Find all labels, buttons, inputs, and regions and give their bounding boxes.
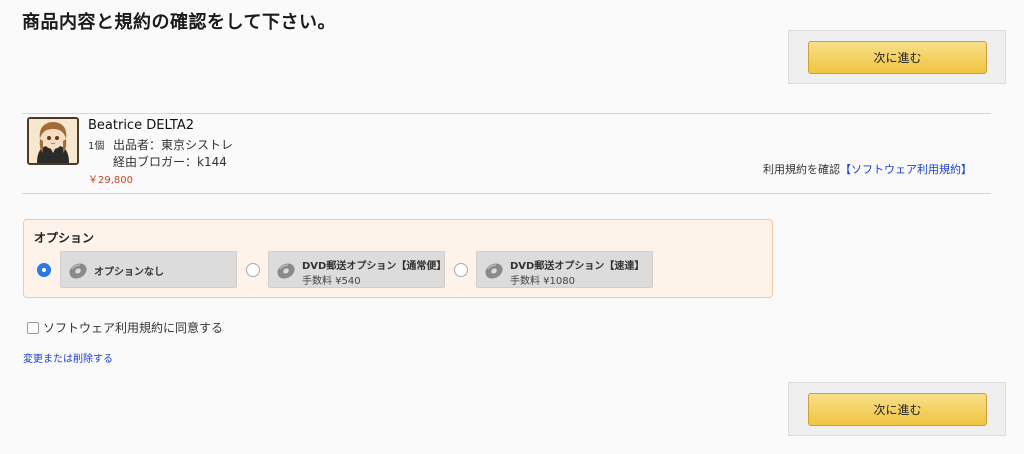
terms-line: 利用規約を確認【ソフトウェア利用規約】 [763,161,972,177]
disc-icon [485,263,503,279]
option-fee: 手数料 ¥540 [302,276,361,287]
disc-icon [69,263,87,279]
option-label: DVD郵送オプション【速達】 [510,261,645,272]
divider [22,193,991,194]
product-name: Beatrice DELTA2 [88,118,194,133]
product-seller: 出品者：東京シストレ [113,138,234,152]
option-radio-dvd-express[interactable] [454,263,468,277]
option-fee: 手数料 ¥1080 [510,276,575,287]
next-button-bottom[interactable]: 次に進む [808,393,987,426]
next-button-top[interactable]: 次に進む [808,41,987,74]
option-label: DVD郵送オプション【通常便】 [302,261,447,272]
character-avatar-icon [29,119,77,163]
option-card-none[interactable]: オプションなし [60,251,237,288]
disc-icon [277,263,295,279]
product-price: ￥29,800 [88,175,133,186]
next-panel-bottom: 次に進む [788,382,1006,436]
divider [22,113,991,114]
checkout-confirm-page: 商品内容と規約の確認をして下さい。 次に進む Beatrice DELTA2 1… [0,0,1024,454]
product-blogger: 経由ブロガー：k144 [113,155,227,169]
options-panel: オプション オプションなし DVD郵送オプション【通常便】 手数料 ¥540 D… [23,219,773,298]
option-card-dvd-standard[interactable]: DVD郵送オプション【通常便】 手数料 ¥540 [268,251,447,288]
agreement-label[interactable]: ソフトウェア利用規約に同意する [43,319,223,336]
option-radio-none[interactable] [37,263,51,277]
option-label: オプションなし [94,267,164,278]
agreement-row[interactable]: ソフトウェア利用規約に同意する [27,319,223,336]
page-title: 商品内容と規約の確認をして下さい。 [22,12,336,33]
agreement-checkbox[interactable] [27,321,39,334]
options-title: オプション [34,231,95,245]
option-radio-dvd-standard[interactable] [246,263,260,277]
option-card-dvd-express[interactable]: DVD郵送オプション【速達】 手数料 ¥1080 [476,251,653,288]
product-quantity: 1個 [88,141,105,152]
change-or-delete-link[interactable]: 変更または削除する [23,350,113,365]
next-panel-top: 次に進む [788,30,1006,84]
software-terms-link[interactable]: 【ソフトウェア利用規約】 [840,163,972,176]
terms-prefix: 利用規約を確認 [763,163,840,176]
product-thumbnail [27,117,79,165]
